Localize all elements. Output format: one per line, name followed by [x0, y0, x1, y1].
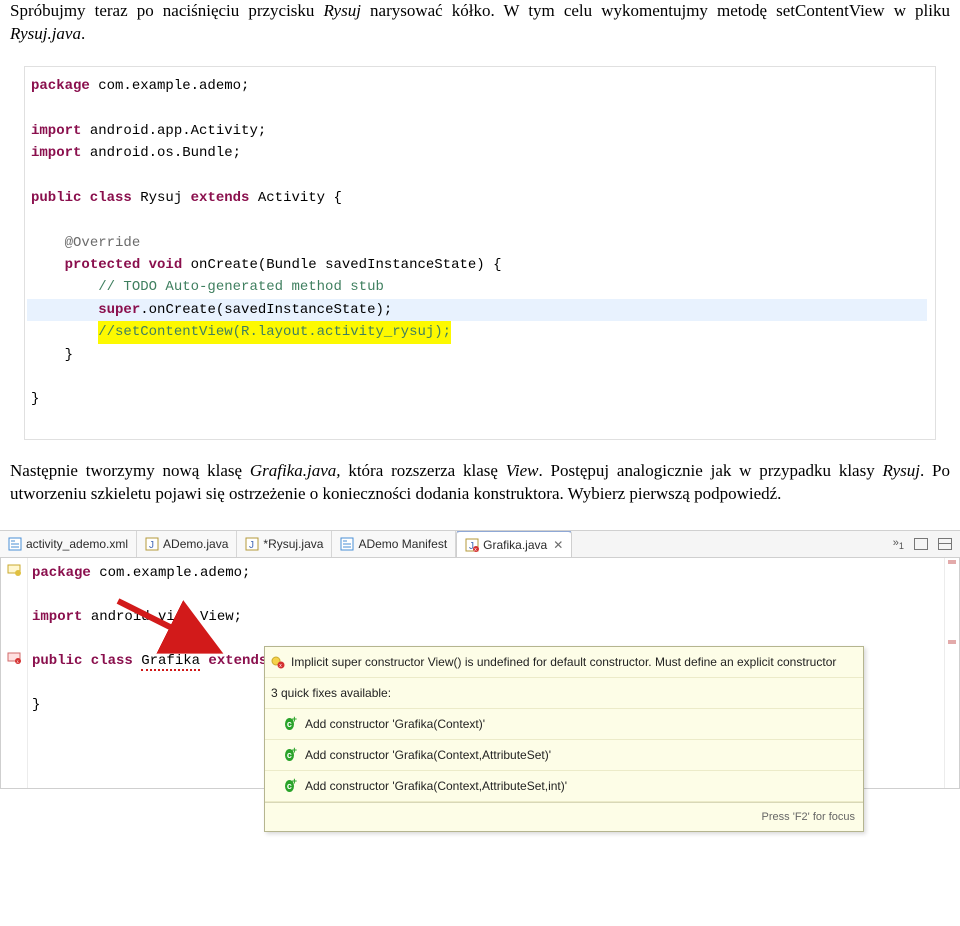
svg-text:J: J [149, 540, 154, 551]
tab-label: ADemo.java [163, 537, 228, 551]
editor-tab-bar: activity_ademo.xml J ADemo.java J *Rysuj… [0, 531, 960, 558]
kw-public-class: public class [31, 190, 140, 206]
kw-public-class: public class [32, 653, 141, 669]
java-file-icon: J [145, 537, 159, 551]
code-text: android.view.View; [91, 609, 242, 625]
intro-paragraph-2: Następnie tworzymy nową klasę Grafika.ja… [0, 460, 960, 506]
xml-file-icon [8, 537, 22, 551]
quickfix-label: Add constructor 'Grafika(Context,Attribu… [305, 744, 551, 766]
maximize-view-icon[interactable] [938, 538, 952, 550]
tab-ademo-java[interactable]: J ADemo.java [137, 531, 237, 557]
code-editor-rysuj: package com.example.ademo; import androi… [24, 66, 936, 440]
editor-gutter: x [1, 558, 28, 788]
code-text: android.app.Activity; [90, 123, 266, 139]
italic: Rysuj [323, 1, 360, 20]
minimize-view-icon[interactable] [914, 538, 928, 550]
kw-package: package [32, 565, 99, 581]
intro-paragraph-1: Spróbujmy teraz po naciśnięciu przycisku… [0, 0, 960, 46]
tab-label: *Rysuj.java [263, 537, 323, 551]
java-file-error-icon: Jx [465, 538, 479, 552]
brace: } [65, 347, 73, 363]
comment-todo: // TODO Auto-generated method stub [98, 279, 384, 295]
quickfix-option-2[interactable]: c+ Add constructor 'Grafika(Context,Attr… [265, 740, 863, 771]
constructor-fix-icon: c+ [285, 779, 299, 793]
kw-package: package [31, 78, 98, 94]
tab-rysuj-java[interactable]: J *Rysuj.java [237, 531, 332, 557]
superclass: Activity { [258, 190, 342, 206]
quickfix-label: Add constructor 'Grafika(Context,Attribu… [305, 775, 567, 797]
annotation-override: @Override [65, 235, 141, 251]
code-text: android.os.Bundle; [90, 145, 241, 161]
overview-error-marker[interactable] [948, 560, 956, 564]
highlighted-commented-line: //setContentView(R.layout.activity_rysuj… [98, 321, 451, 343]
italic: Rysuj.java [10, 24, 81, 43]
text: Następnie tworzymy nową klasę [10, 461, 250, 480]
svg-text:J: J [249, 540, 254, 551]
quickfix-option-1[interactable]: c+ Add constructor 'Grafika(Context)' [265, 709, 863, 740]
eclipse-editor-area: activity_ademo.xml J ADemo.java J *Rysuj… [0, 530, 960, 789]
text: narysować kółko. W tym celu wykomentujmy… [361, 1, 950, 20]
tooltip-error-message: Implicit super constructor View() is und… [291, 651, 836, 673]
text: Spróbujmy teraz po naciśnięciu przycisku [10, 1, 323, 20]
tooltip-footer-hint: Press 'F2' for focus [265, 802, 863, 831]
tab-label: activity_ademo.xml [26, 537, 128, 551]
constructor-fix-icon: c+ [285, 748, 299, 762]
error-marker-icon[interactable]: x [1, 646, 27, 668]
italic: Grafika.java, [250, 461, 341, 480]
error-lightbulb-icon: x [271, 655, 285, 669]
java-file-icon: J [245, 537, 259, 551]
kw-import: import [31, 123, 90, 139]
tab-label: Grafika.java [483, 538, 547, 552]
tab-activity-ademo-xml[interactable]: activity_ademo.xml [0, 531, 137, 557]
code-text: .onCreate(savedInstanceState); [140, 302, 392, 318]
overview-error-marker[interactable] [948, 640, 956, 644]
constructor-fix-icon: c+ [285, 717, 299, 731]
italic: View [506, 461, 539, 480]
method-sig: onCreate(Bundle savedInstanceState) { [191, 257, 502, 273]
class-name-error: Grafika [141, 653, 200, 671]
code-editor-grafika[interactable]: package com.example.ademo; import androi… [28, 558, 944, 788]
brace: } [31, 391, 39, 407]
text: która rozszerza klasę [341, 461, 506, 480]
close-icon[interactable]: ✕ [553, 538, 563, 552]
overview-ruler[interactable] [944, 558, 959, 788]
text: . [81, 24, 85, 43]
class-name: Rysuj [140, 190, 190, 206]
more-tabs-chevron[interactable]: »1 [893, 537, 904, 551]
kw-super: super [98, 302, 140, 318]
text: . Postępuj analogicznie jak w przypadku … [539, 461, 883, 480]
kw-import: import [31, 145, 90, 161]
xml-file-icon [340, 537, 354, 551]
code-text: com.example.ademo; [98, 78, 249, 94]
brace: } [32, 697, 40, 713]
italic: Rysuj [883, 461, 920, 480]
tooltip-fixes-header: 3 quick fixes available: [271, 682, 391, 704]
code-text: com.example.ademo; [99, 565, 250, 581]
quickfix-tooltip: x Implicit super constructor View() is u… [264, 646, 864, 832]
tab-label: ADemo Manifest [358, 537, 447, 551]
kw-protected-void: protected void [65, 257, 191, 273]
quickfix-option-3[interactable]: c+ Add constructor 'Grafika(Context,Attr… [265, 771, 863, 802]
kw-import: import [32, 609, 91, 625]
tab-ademo-manifest[interactable]: ADemo Manifest [332, 531, 456, 557]
quickfix-label: Add constructor 'Grafika(Context)' [305, 713, 485, 735]
warning-marker-icon[interactable] [1, 558, 27, 580]
kw-extends: extends [191, 190, 258, 206]
tab-grafika-java[interactable]: Jx Grafika.java ✕ [456, 531, 572, 558]
